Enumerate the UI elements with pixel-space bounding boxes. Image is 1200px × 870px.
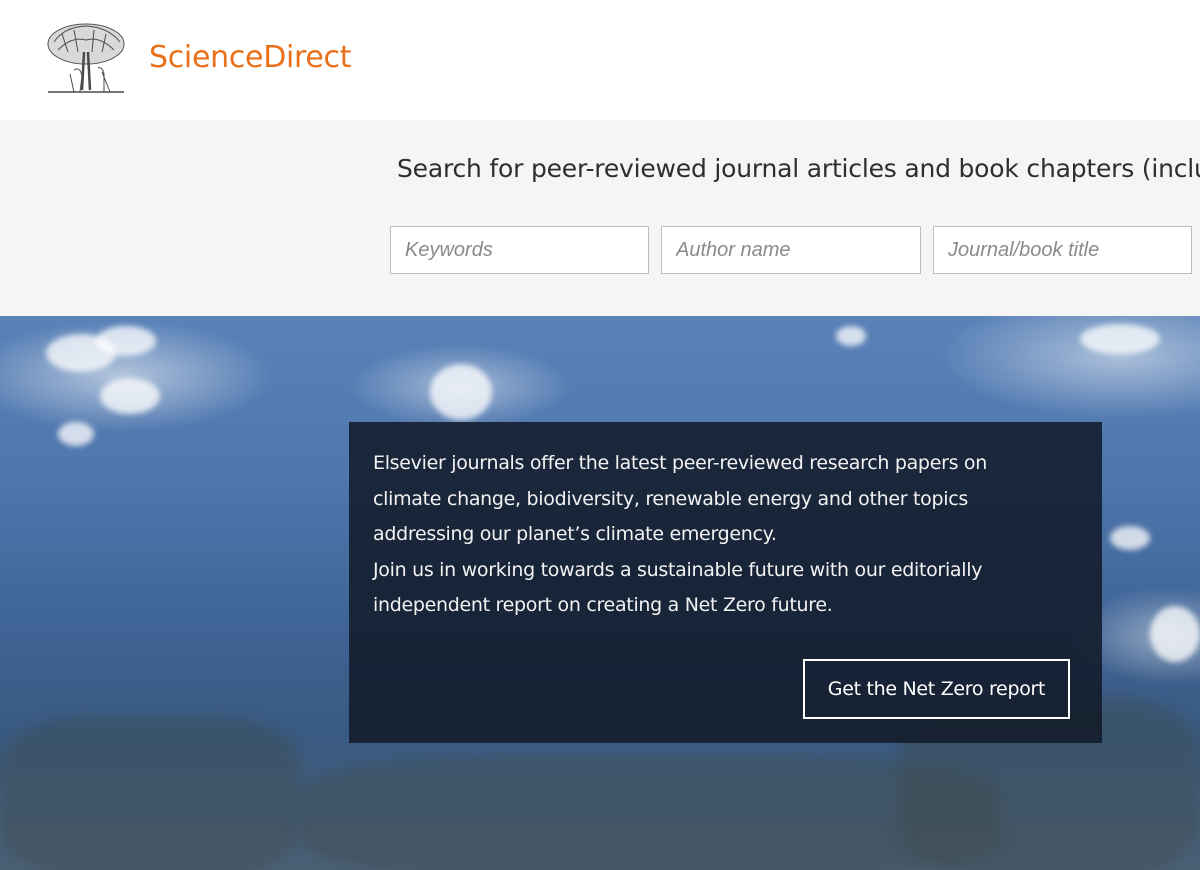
cloud-decoration [836, 326, 866, 346]
promo-text: Elsevier journals offer the latest peer-… [373, 446, 1073, 624]
brand-name[interactable]: ScienceDirect [149, 40, 352, 75]
search-heading: Search for peer-reviewed journal article… [397, 154, 1200, 183]
cloud-decoration [96, 326, 156, 356]
author-name-input[interactable] [661, 226, 921, 274]
keywords-input[interactable] [390, 226, 649, 274]
land-decoration [0, 716, 300, 870]
search-section: Search for peer-reviewed journal article… [0, 120, 1200, 316]
cloud-decoration [430, 364, 492, 420]
cloud-decoration [1080, 324, 1160, 354]
land-decoration [300, 756, 1000, 870]
get-net-zero-report-button[interactable]: Get the Net Zero report [803, 659, 1070, 719]
cloud-decoration [58, 422, 94, 446]
promo-line: Join us in working towards a sustainable… [373, 558, 983, 581]
cloud-decoration [100, 378, 160, 414]
promo-line: independent report on creating a Net Zer… [373, 594, 833, 616]
promo-line: climate change, biodiversity, renewable … [373, 487, 968, 510]
hero-banner: Elsevier journals offer the latest peer-… [0, 316, 1200, 870]
elsevier-tree-logo-icon[interactable] [44, 22, 128, 96]
net-zero-promo-panel: Elsevier journals offer the latest peer-… [349, 422, 1102, 743]
site-header: ScienceDirect [0, 0, 1200, 120]
cloud-decoration [1110, 526, 1150, 550]
cloud-decoration [1150, 606, 1200, 662]
promo-line: addressing our planet’s climate emergenc… [373, 523, 777, 545]
promo-line: Elsevier journals offer the latest peer-… [373, 452, 987, 474]
journal-book-title-input[interactable] [933, 226, 1192, 274]
